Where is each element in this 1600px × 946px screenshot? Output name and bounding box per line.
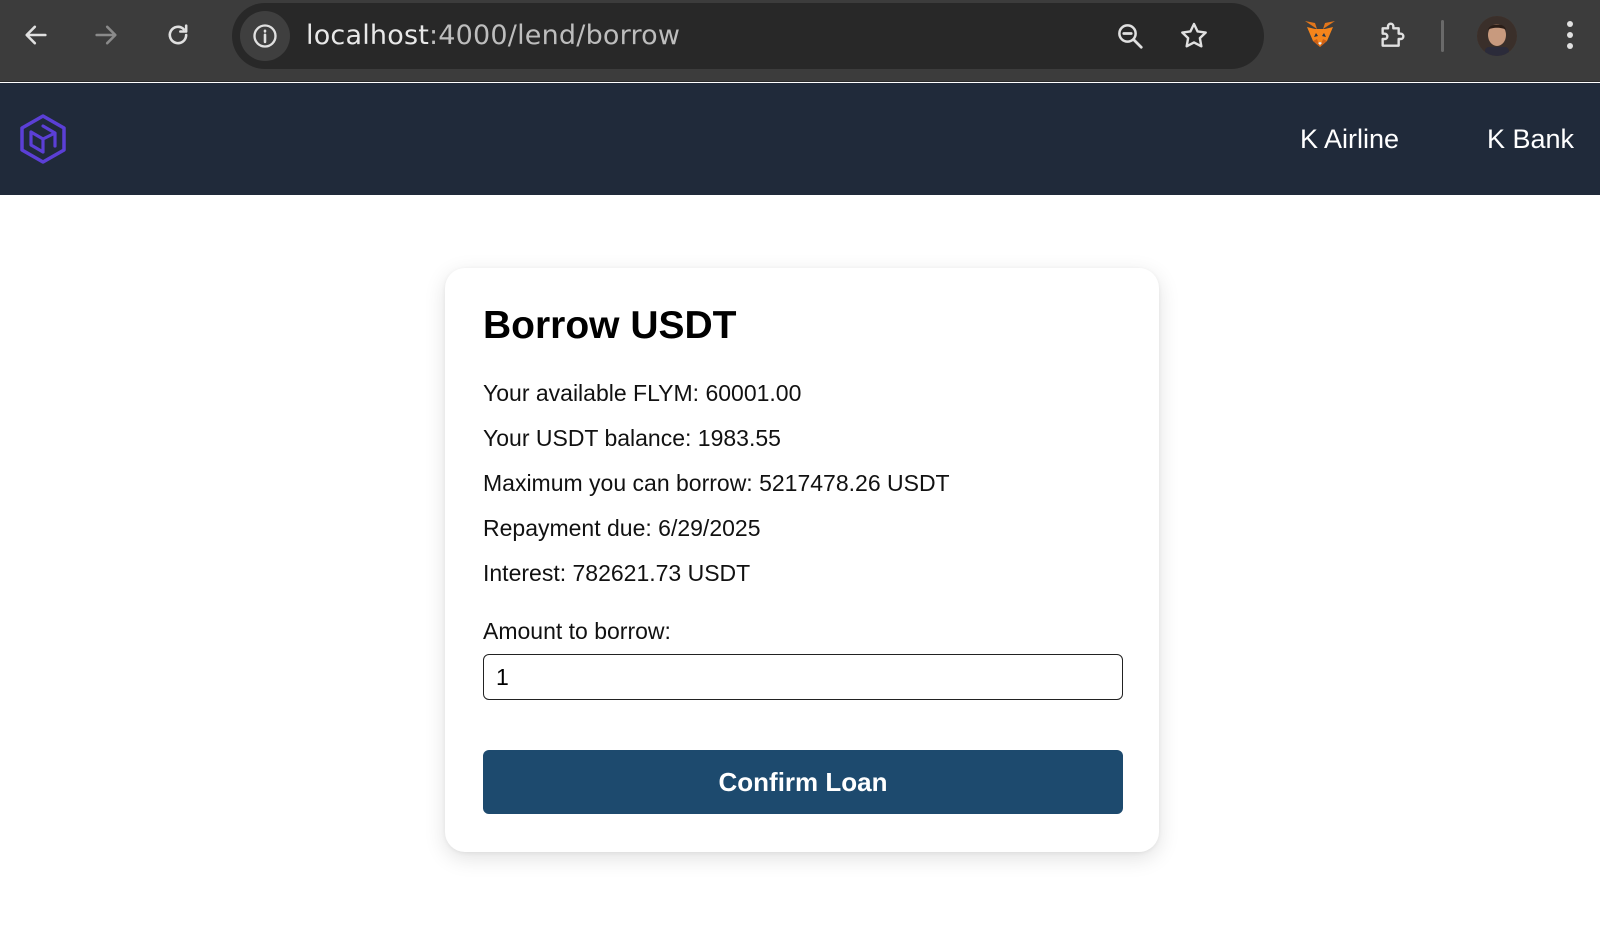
- available-flym-value: 60001.00: [705, 380, 802, 406]
- forward-button[interactable]: [88, 17, 124, 53]
- max-borrow-value: 5217478.26 USDT: [759, 470, 950, 496]
- arrow-left-icon: [25, 25, 47, 45]
- kebab-menu-icon: [1567, 21, 1573, 49]
- amount-label: Amount to borrow:: [483, 618, 671, 644]
- repayment-due-line: Repayment due: 6/29/2025: [483, 515, 761, 542]
- card-title: Borrow USDT: [483, 304, 737, 347]
- repayment-due-value: 6/29/2025: [658, 515, 761, 541]
- info-label: Repayment due:: [483, 515, 659, 541]
- zoom-icon: [1118, 24, 1143, 49]
- info-label: Your USDT balance:: [483, 425, 698, 451]
- back-button[interactable]: [18, 17, 54, 53]
- hexagon-logo-icon: [20, 114, 66, 164]
- site-info-button[interactable]: [240, 11, 290, 61]
- star-icon: [1181, 22, 1207, 48]
- interest-line: Interest: 782621.73 USDT: [483, 560, 750, 587]
- extensions-button[interactable]: [1372, 15, 1412, 55]
- app-header: K Airline K Bank: [0, 83, 1600, 195]
- profile-avatar[interactable]: [1477, 16, 1517, 56]
- usdt-balance-line: Your USDT balance: 1983.55: [483, 425, 781, 452]
- max-borrow-line: Maximum you can borrow: 5217478.26 USDT: [483, 470, 950, 497]
- borrow-card: Borrow USDT Your available FLYM: 60001.0…: [445, 268, 1159, 852]
- url-path: :4000/lend/borrow: [429, 20, 681, 51]
- interest-value: 782621.73 USDT: [572, 560, 751, 586]
- toolbar-divider: [1441, 20, 1444, 52]
- available-flym-line: Your available FLYM: 60001.00: [483, 380, 801, 407]
- amount-input[interactable]: [483, 654, 1123, 700]
- usdt-balance-value: 1983.55: [697, 425, 781, 451]
- avatar-icon: [1477, 16, 1517, 56]
- metamask-extension-button[interactable]: [1300, 15, 1340, 55]
- browser-toolbar: localhost:4000/lend/borrow: [0, 0, 1600, 82]
- bookmark-button[interactable]: [1176, 18, 1212, 54]
- address-bar[interactable]: localhost:4000/lend/borrow: [232, 3, 1264, 69]
- browser-menu-button[interactable]: [1550, 15, 1590, 55]
- url-text[interactable]: localhost:4000/lend/borrow: [306, 3, 680, 69]
- confirm-loan-button[interactable]: Confirm Loan: [483, 750, 1123, 814]
- reload-button[interactable]: [160, 17, 196, 53]
- nav-k-airline[interactable]: K Airline: [1300, 83, 1399, 195]
- metamask-fox-icon: [1305, 21, 1335, 47]
- app-logo[interactable]: [18, 113, 68, 165]
- info-label: Maximum you can borrow:: [483, 470, 760, 496]
- arrow-right-icon: [95, 25, 117, 45]
- reload-icon: [168, 24, 188, 45]
- url-host: localhost: [306, 20, 429, 51]
- zoom-button[interactable]: [1112, 18, 1148, 54]
- nav-k-bank[interactable]: K Bank: [1487, 83, 1574, 195]
- info-label: Interest:: [483, 560, 573, 586]
- info-label: Your available FLYM:: [483, 380, 706, 406]
- puzzle-icon: [1381, 22, 1405, 47]
- info-icon: [253, 24, 277, 48]
